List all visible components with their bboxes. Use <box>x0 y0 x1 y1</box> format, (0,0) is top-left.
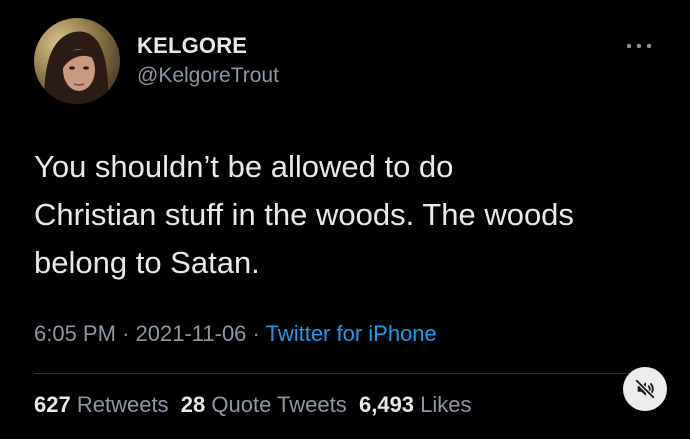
user-handle[interactable]: @KelgoreTrout <box>137 64 279 88</box>
tweet-metadata: 6:05 PM · 2021-11-06 · Twitter for iPhon… <box>34 321 437 347</box>
display-name[interactable]: KELGORE <box>137 33 247 59</box>
tweet-stats: 627 Retweets 28 Quote Tweets 6,493 Likes <box>34 392 472 418</box>
tweet-source-link[interactable]: Twitter for iPhone <box>266 321 437 346</box>
meta-separator: · <box>122 321 130 346</box>
tweet-text: You shouldn’t be allowed to do Christian… <box>34 149 574 280</box>
mute-toggle-button[interactable] <box>623 367 667 411</box>
profile-photo-icon <box>34 18 120 104</box>
retweets-count: 627 <box>34 392 71 417</box>
quote-tweets-stat[interactable]: 28 Quote Tweets <box>181 392 347 417</box>
retweets-label: Retweets <box>76 392 169 417</box>
avatar[interactable] <box>34 18 120 104</box>
likes-count: 6,493 <box>358 392 415 417</box>
likes-label: Likes <box>420 392 472 417</box>
divider <box>34 373 634 374</box>
tweet-card: KELGORE @KelgoreTrout You shouldn’t be a… <box>0 0 690 439</box>
tweet-date[interactable]: 2021-11-06 <box>136 321 247 346</box>
retweets-stat[interactable]: 627 Retweets <box>34 392 169 417</box>
muted-speaker-icon <box>634 378 656 400</box>
likes-stat[interactable]: 6,493 Likes <box>359 392 472 417</box>
meta-separator: · <box>252 321 260 346</box>
quote-tweets-label: Quote Tweets <box>211 392 347 417</box>
tweet-time[interactable]: 6:05 PM <box>34 321 116 346</box>
more-options-button[interactable] <box>622 36 656 56</box>
quote-tweets-count: 28 <box>180 392 206 417</box>
more-dots-icon <box>626 43 652 49</box>
